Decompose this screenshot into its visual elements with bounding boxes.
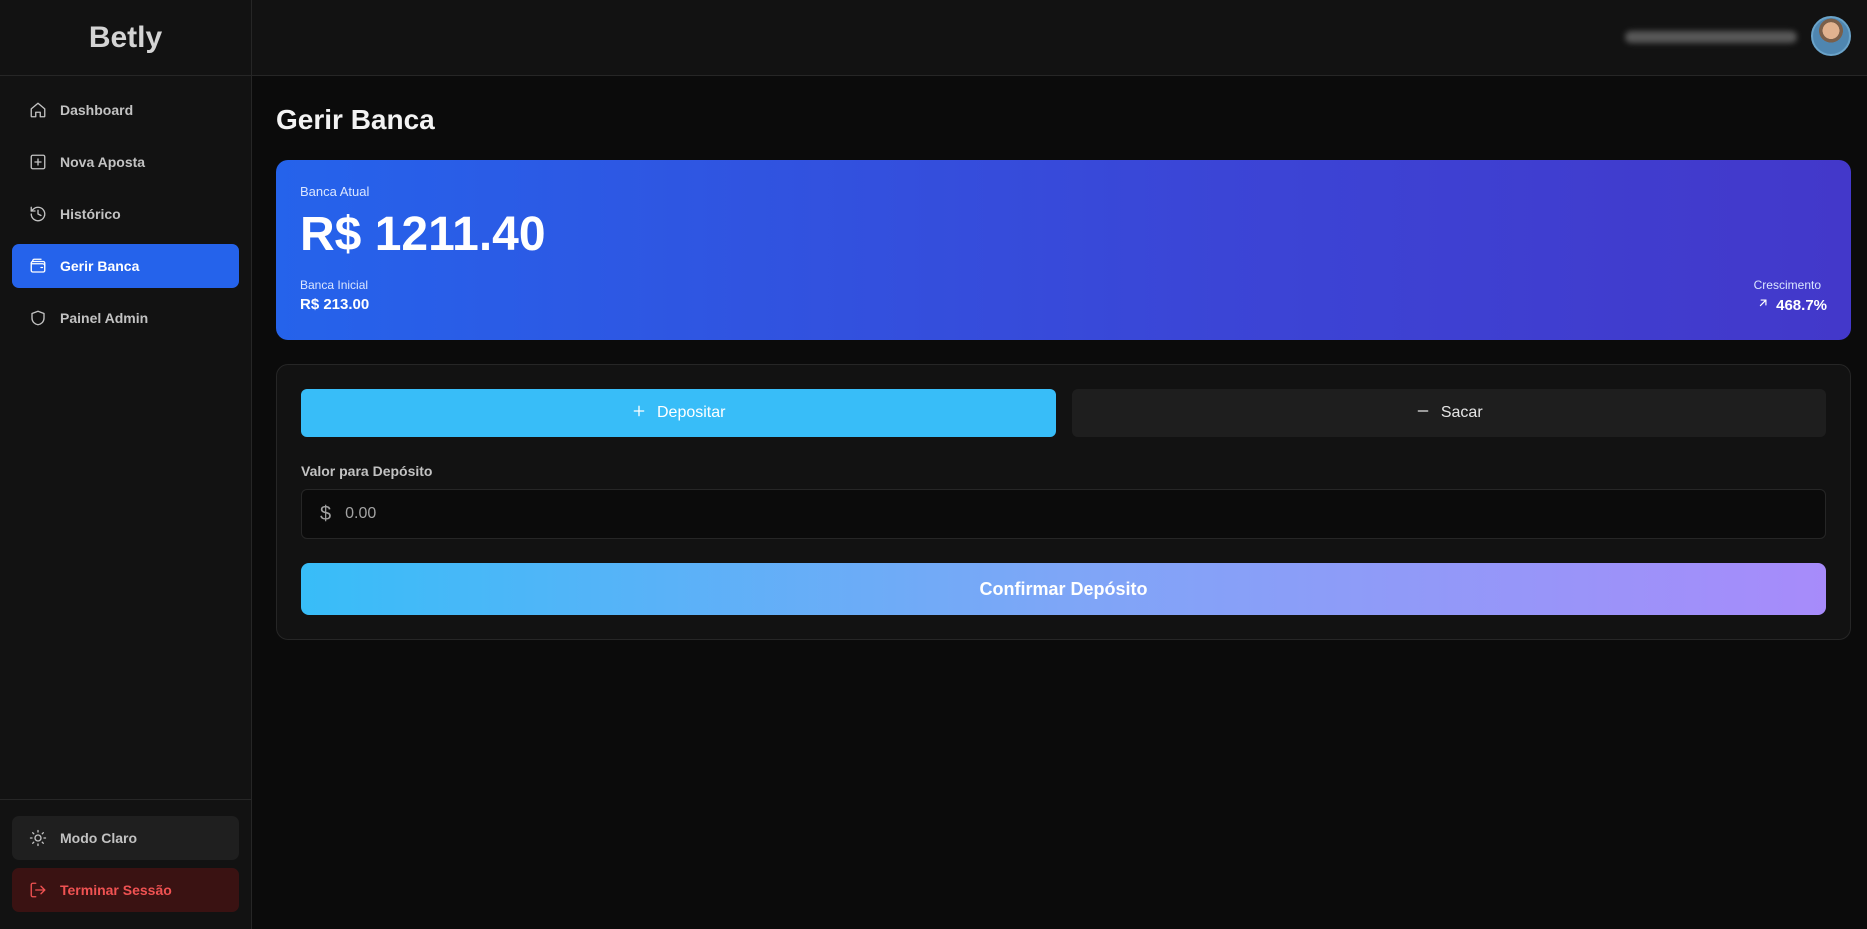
initial-bank-label: Banca Inicial: [300, 278, 369, 292]
growth-value: 468.7%: [1776, 296, 1827, 314]
sidebar: Betly Dashboard Nova Aposta Histórico Ge…: [0, 0, 252, 929]
shield-icon: [28, 308, 48, 328]
sidebar-item-label: Painel Admin: [60, 310, 149, 326]
sidebar-item-label: Nova Aposta: [60, 154, 146, 170]
sidebar-footer: Modo Claro Terminar Sessão: [0, 799, 251, 929]
logout-button[interactable]: Terminar Sessão: [12, 868, 239, 912]
main-content: Gerir Banca Banca Atual R$ 1211.40 Banca…: [276, 76, 1851, 640]
logout-label: Terminar Sessão: [60, 882, 172, 898]
current-bank-label: Banca Atual: [300, 184, 370, 199]
growth-label: Crescimento: [1753, 278, 1821, 292]
withdraw-tab-label: Sacar: [1440, 404, 1483, 421]
wallet-icon: [28, 256, 48, 276]
amount-input-wrapper: $: [301, 489, 1826, 539]
deposit-panel: Depositar Sacar Valor para Depósito $ Co…: [276, 364, 1851, 640]
username-redacted: [1625, 31, 1797, 43]
theme-toggle-label: Modo Claro: [60, 830, 137, 846]
withdraw-tab[interactable]: Sacar: [1071, 389, 1826, 437]
growth-value-row: 468.7%: [1756, 296, 1827, 314]
plus-icon: [631, 403, 657, 424]
sidebar-item-label: Gerir Banca: [60, 258, 140, 274]
bank-summary-card: Banca Atual R$ 1211.40 Banca Inicial R$ …: [276, 160, 1851, 340]
theme-toggle-button[interactable]: Modo Claro: [12, 816, 239, 860]
sidebar-item-nova-aposta[interactable]: Nova Aposta: [12, 140, 239, 184]
sidebar-nav: Dashboard Nova Aposta Histórico Gerir Ba…: [0, 76, 251, 340]
arrow-up-right-icon: [1756, 296, 1776, 314]
deposit-tab[interactable]: Depositar: [301, 389, 1056, 437]
sidebar-item-historico[interactable]: Histórico: [12, 192, 239, 236]
minus-icon: [1415, 403, 1441, 424]
dollar-icon: $: [320, 502, 332, 525]
logout-icon: [28, 880, 48, 900]
history-icon: [28, 204, 48, 224]
amount-field-label: Valor para Depósito: [301, 463, 433, 479]
amount-input[interactable]: [345, 490, 1825, 538]
plus-square-icon: [28, 152, 48, 172]
top-bar: [252, 0, 1867, 76]
confirm-deposit-button[interactable]: Confirmar Depósito: [301, 563, 1826, 615]
page-title: Gerir Banca: [276, 104, 435, 135]
transaction-tabs: Depositar Sacar: [301, 389, 1826, 437]
sidebar-item-dashboard[interactable]: Dashboard: [12, 88, 239, 132]
deposit-tab-label: Depositar: [657, 404, 726, 421]
sidebar-item-label: Histórico: [60, 206, 121, 222]
sidebar-item-label: Dashboard: [60, 102, 134, 118]
user-avatar[interactable]: [1811, 16, 1851, 56]
sidebar-item-gerir-banca[interactable]: Gerir Banca: [12, 244, 239, 288]
sun-icon: [28, 828, 48, 848]
home-icon: [28, 100, 48, 120]
brand-logo[interactable]: Betly: [0, 0, 251, 76]
current-bank-value: R$ 1211.40: [300, 208, 546, 261]
initial-bank-value: R$ 213.00: [300, 296, 370, 313]
sidebar-item-painel-admin[interactable]: Painel Admin: [12, 296, 239, 340]
